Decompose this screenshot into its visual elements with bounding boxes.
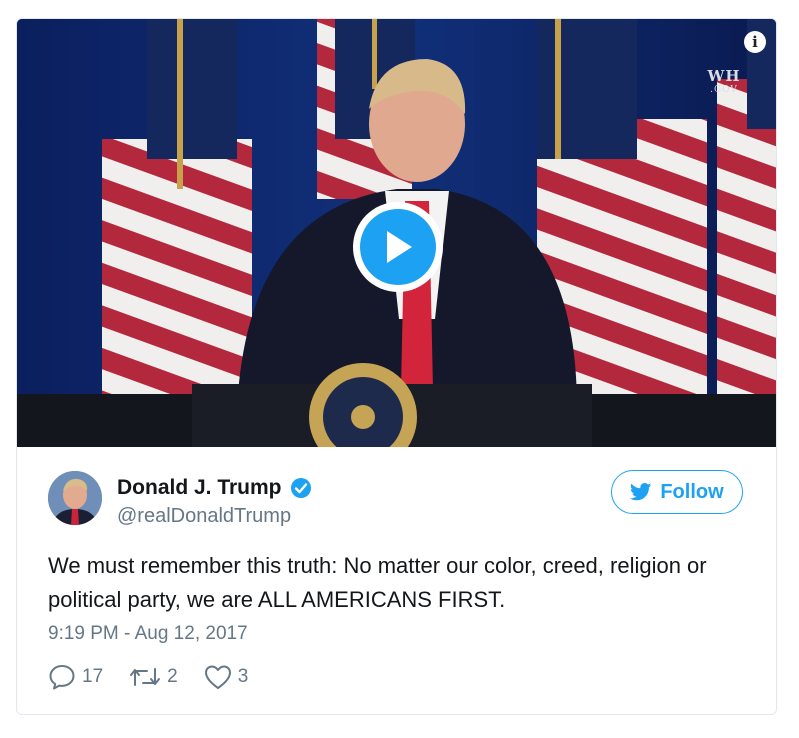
heart-icon <box>204 665 231 689</box>
author-name[interactable]: Donald J. Trump <box>117 476 282 500</box>
watermark-line2: .GOV <box>710 85 738 95</box>
tweet-actions: 17 2 3 <box>48 664 274 690</box>
retweet-count: 2 <box>167 666 178 687</box>
embedded-tweet-card: i WH .GOV Donald J. Trump @realDonaldTru… <box>16 18 777 715</box>
like-count: 3 <box>237 666 249 687</box>
tweet-text: We must remember this truth: No matter o… <box>48 553 707 612</box>
reply-count: 17 <box>82 666 104 687</box>
reply-icon <box>49 665 75 690</box>
follow-button-label: Follow <box>660 480 724 503</box>
retweet-button[interactable]: 2 <box>129 665 178 689</box>
whitehouse-watermark: WH .GOV <box>704 67 744 95</box>
avatar[interactable] <box>48 471 102 525</box>
twitter-bird-icon <box>630 483 652 501</box>
tweet-timestamp[interactable]: 9:19 PM - Aug 12, 2017 <box>48 623 248 645</box>
like-button[interactable]: 3 <box>204 664 249 690</box>
play-button[interactable] <box>353 202 443 292</box>
play-icon <box>360 209 436 285</box>
follow-button[interactable]: Follow <box>611 470 743 514</box>
author-name-row[interactable]: Donald J. Trump <box>117 476 312 500</box>
reply-button[interactable]: 17 <box>48 664 103 690</box>
info-icon[interactable]: i <box>744 31 766 53</box>
retweet-icon <box>130 668 161 686</box>
video-player[interactable]: i WH .GOV <box>17 19 776 447</box>
watermark-line1: WH <box>707 67 741 85</box>
author-handle[interactable]: @realDonaldTrump <box>117 505 291 528</box>
verified-badge-icon <box>290 477 312 499</box>
